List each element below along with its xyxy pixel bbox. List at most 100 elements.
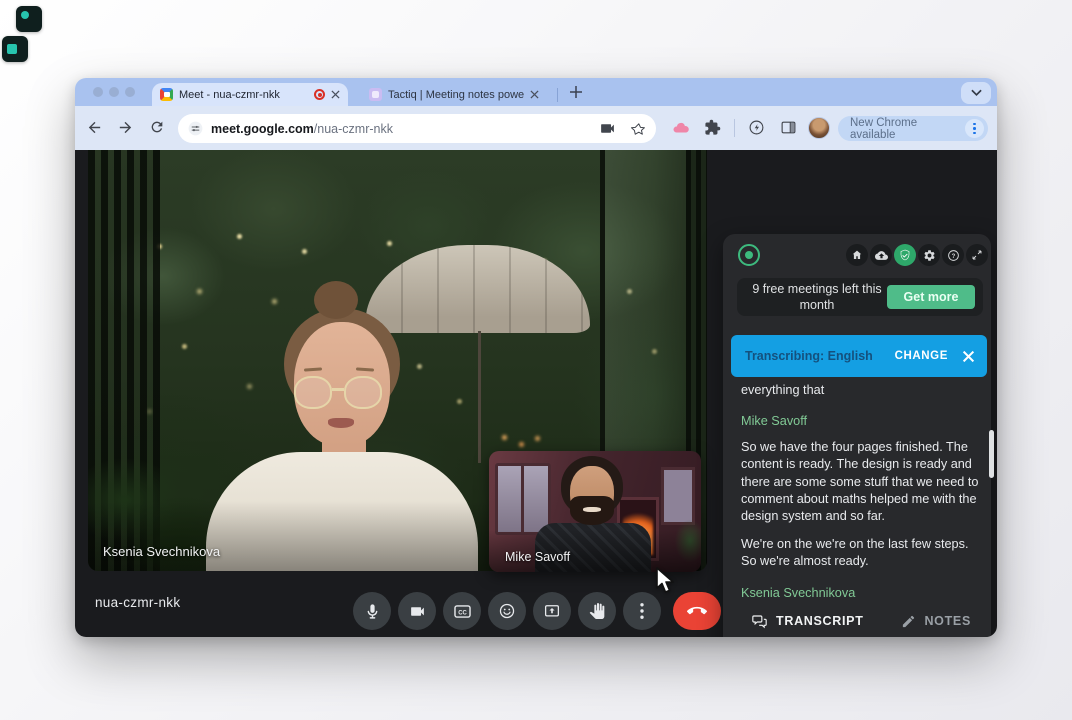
close-banner-icon[interactable] [962, 350, 975, 363]
settings-button[interactable] [918, 244, 940, 266]
reload-icon [149, 119, 165, 135]
participant-torso [206, 452, 478, 571]
tab-meet[interactable]: Meet - nua-czmr-nkk [152, 83, 348, 106]
reactions-button[interactable] [488, 592, 526, 630]
reload-button[interactable] [149, 119, 165, 135]
quota-banner: 9 free meetings left this month Get more [737, 278, 983, 316]
transcript-scrollbar[interactable] [989, 430, 994, 478]
raise-hand-button[interactable] [578, 592, 616, 630]
tab-strip: Meet - nua-czmr-nkk Tactiq | Meeting not… [75, 78, 997, 106]
tab-transcript[interactable]: TRANSCRIPT [751, 613, 864, 629]
privacy-shield-button[interactable] [894, 244, 916, 266]
desktop: Meet - nua-czmr-nkk Tactiq | Meeting not… [0, 0, 1072, 720]
home-button[interactable] [846, 244, 868, 266]
participant-smile [583, 507, 601, 512]
meet-page: Ksenia Svechnikova Mike Savoff nua-czmr-… [75, 150, 997, 637]
camera-button[interactable] [398, 592, 436, 630]
emoji-icon [498, 602, 516, 620]
patio-umbrella [365, 245, 590, 333]
svg-text:?: ? [951, 253, 955, 259]
wood-slats-left [88, 150, 160, 571]
quota-text: 9 free meetings left this month [747, 281, 887, 314]
performance-button[interactable] [748, 119, 765, 136]
plant [673, 517, 701, 565]
profile-avatar[interactable] [808, 117, 830, 139]
change-language-button[interactable]: CHANGE [895, 350, 948, 362]
tab-title: Meet - nua-czmr-nkk [179, 89, 308, 101]
url-text: meet.google.com/nua-czmr-nkk [211, 120, 393, 138]
transcript-list[interactable]: everything that Mike Savoff So we have t… [741, 382, 987, 604]
participant-smile [328, 418, 354, 428]
forward-button[interactable] [117, 119, 134, 136]
side-panel-icon [780, 119, 797, 136]
cloud-upload-icon [875, 249, 888, 262]
close-tab-icon[interactable] [331, 90, 340, 99]
shield-check-icon [899, 249, 911, 261]
tactiq-extension-button[interactable] [672, 119, 690, 137]
fire-glow [623, 509, 653, 555]
chevron-down-icon [971, 89, 982, 97]
transcript-speaker: Mike Savoff [741, 413, 987, 430]
transcript-text: We're on the we're on the last few steps… [741, 536, 987, 571]
help-button[interactable]: ? [942, 244, 964, 266]
meeting-code: nua-czmr-nkk [95, 595, 180, 610]
tab-search-button[interactable] [961, 82, 991, 104]
present-screen-icon [543, 602, 561, 620]
status-square-icon [7, 44, 17, 54]
new-tab-button[interactable] [569, 85, 583, 99]
chrome-update-button[interactable]: New Chrome available [838, 116, 988, 141]
tactiq-header-icons: ? [846, 244, 988, 266]
captions-button[interactable]: CC [443, 592, 481, 630]
tab-notes[interactable]: NOTES [901, 614, 971, 629]
extensions-button[interactable] [704, 119, 721, 136]
bookmark-star-icon[interactable] [630, 121, 646, 137]
tab-separator [557, 88, 558, 102]
transcribing-label: Transcribing: English [745, 349, 873, 363]
glasses-bridge [332, 388, 344, 391]
meet-control-bar: CC [353, 592, 721, 630]
desktop-widget-icon[interactable] [2, 36, 28, 62]
minimize-window-button[interactable] [109, 87, 119, 97]
pencil-icon [901, 614, 916, 629]
present-screen-button[interactable] [533, 592, 571, 630]
camera-icon [409, 603, 426, 620]
microphone-button[interactable] [353, 592, 391, 630]
browser-menu-icon[interactable] [965, 119, 984, 138]
puzzle-piece-icon [704, 119, 721, 136]
tactiq-favicon-icon [369, 88, 382, 101]
side-panel-button[interactable] [780, 119, 797, 136]
glasses [344, 376, 382, 409]
desktop-widget-icon[interactable] [16, 6, 42, 32]
site-settings-icon[interactable] [188, 121, 203, 136]
upload-button[interactable] [870, 244, 892, 266]
window [495, 463, 551, 535]
toolbar-divider [734, 119, 735, 137]
status-dot-icon [21, 11, 29, 19]
tab-capture-camera-icon[interactable] [599, 120, 616, 137]
transcript-speaker: Ksenia Svechnikova [741, 585, 987, 602]
more-options-icon [640, 603, 644, 619]
url-host: meet.google.com [211, 122, 314, 136]
tactiq-logo-icon [738, 244, 760, 266]
meet-favicon-icon [160, 88, 173, 101]
transcribing-banner: Transcribing: English CHANGE [731, 335, 987, 377]
end-call-button[interactable] [673, 592, 721, 630]
back-button[interactable] [86, 119, 103, 136]
get-more-button[interactable]: Get more [887, 285, 975, 309]
close-window-button[interactable] [93, 87, 103, 97]
back-arrow-icon [86, 119, 103, 136]
pink-cloud-icon [672, 119, 690, 137]
transcript-text: everything that [741, 382, 987, 399]
maximize-window-button[interactable] [125, 87, 135, 97]
collapse-panel-button[interactable] [966, 244, 988, 266]
close-tab-icon[interactable] [530, 90, 539, 99]
address-bar[interactable]: meet.google.com/nua-czmr-nkk [178, 114, 656, 143]
video-tile-pip[interactable]: Mike Savoff [489, 451, 701, 572]
chat-bubbles-icon [751, 613, 768, 629]
participant-hair-bun [314, 281, 358, 319]
tab-tactiq[interactable]: Tactiq | Meeting notes power [361, 83, 547, 106]
help-icon: ? [947, 249, 960, 262]
recording-indicator-icon [314, 89, 325, 100]
more-options-button[interactable] [623, 592, 661, 630]
participant-torso [535, 523, 651, 572]
